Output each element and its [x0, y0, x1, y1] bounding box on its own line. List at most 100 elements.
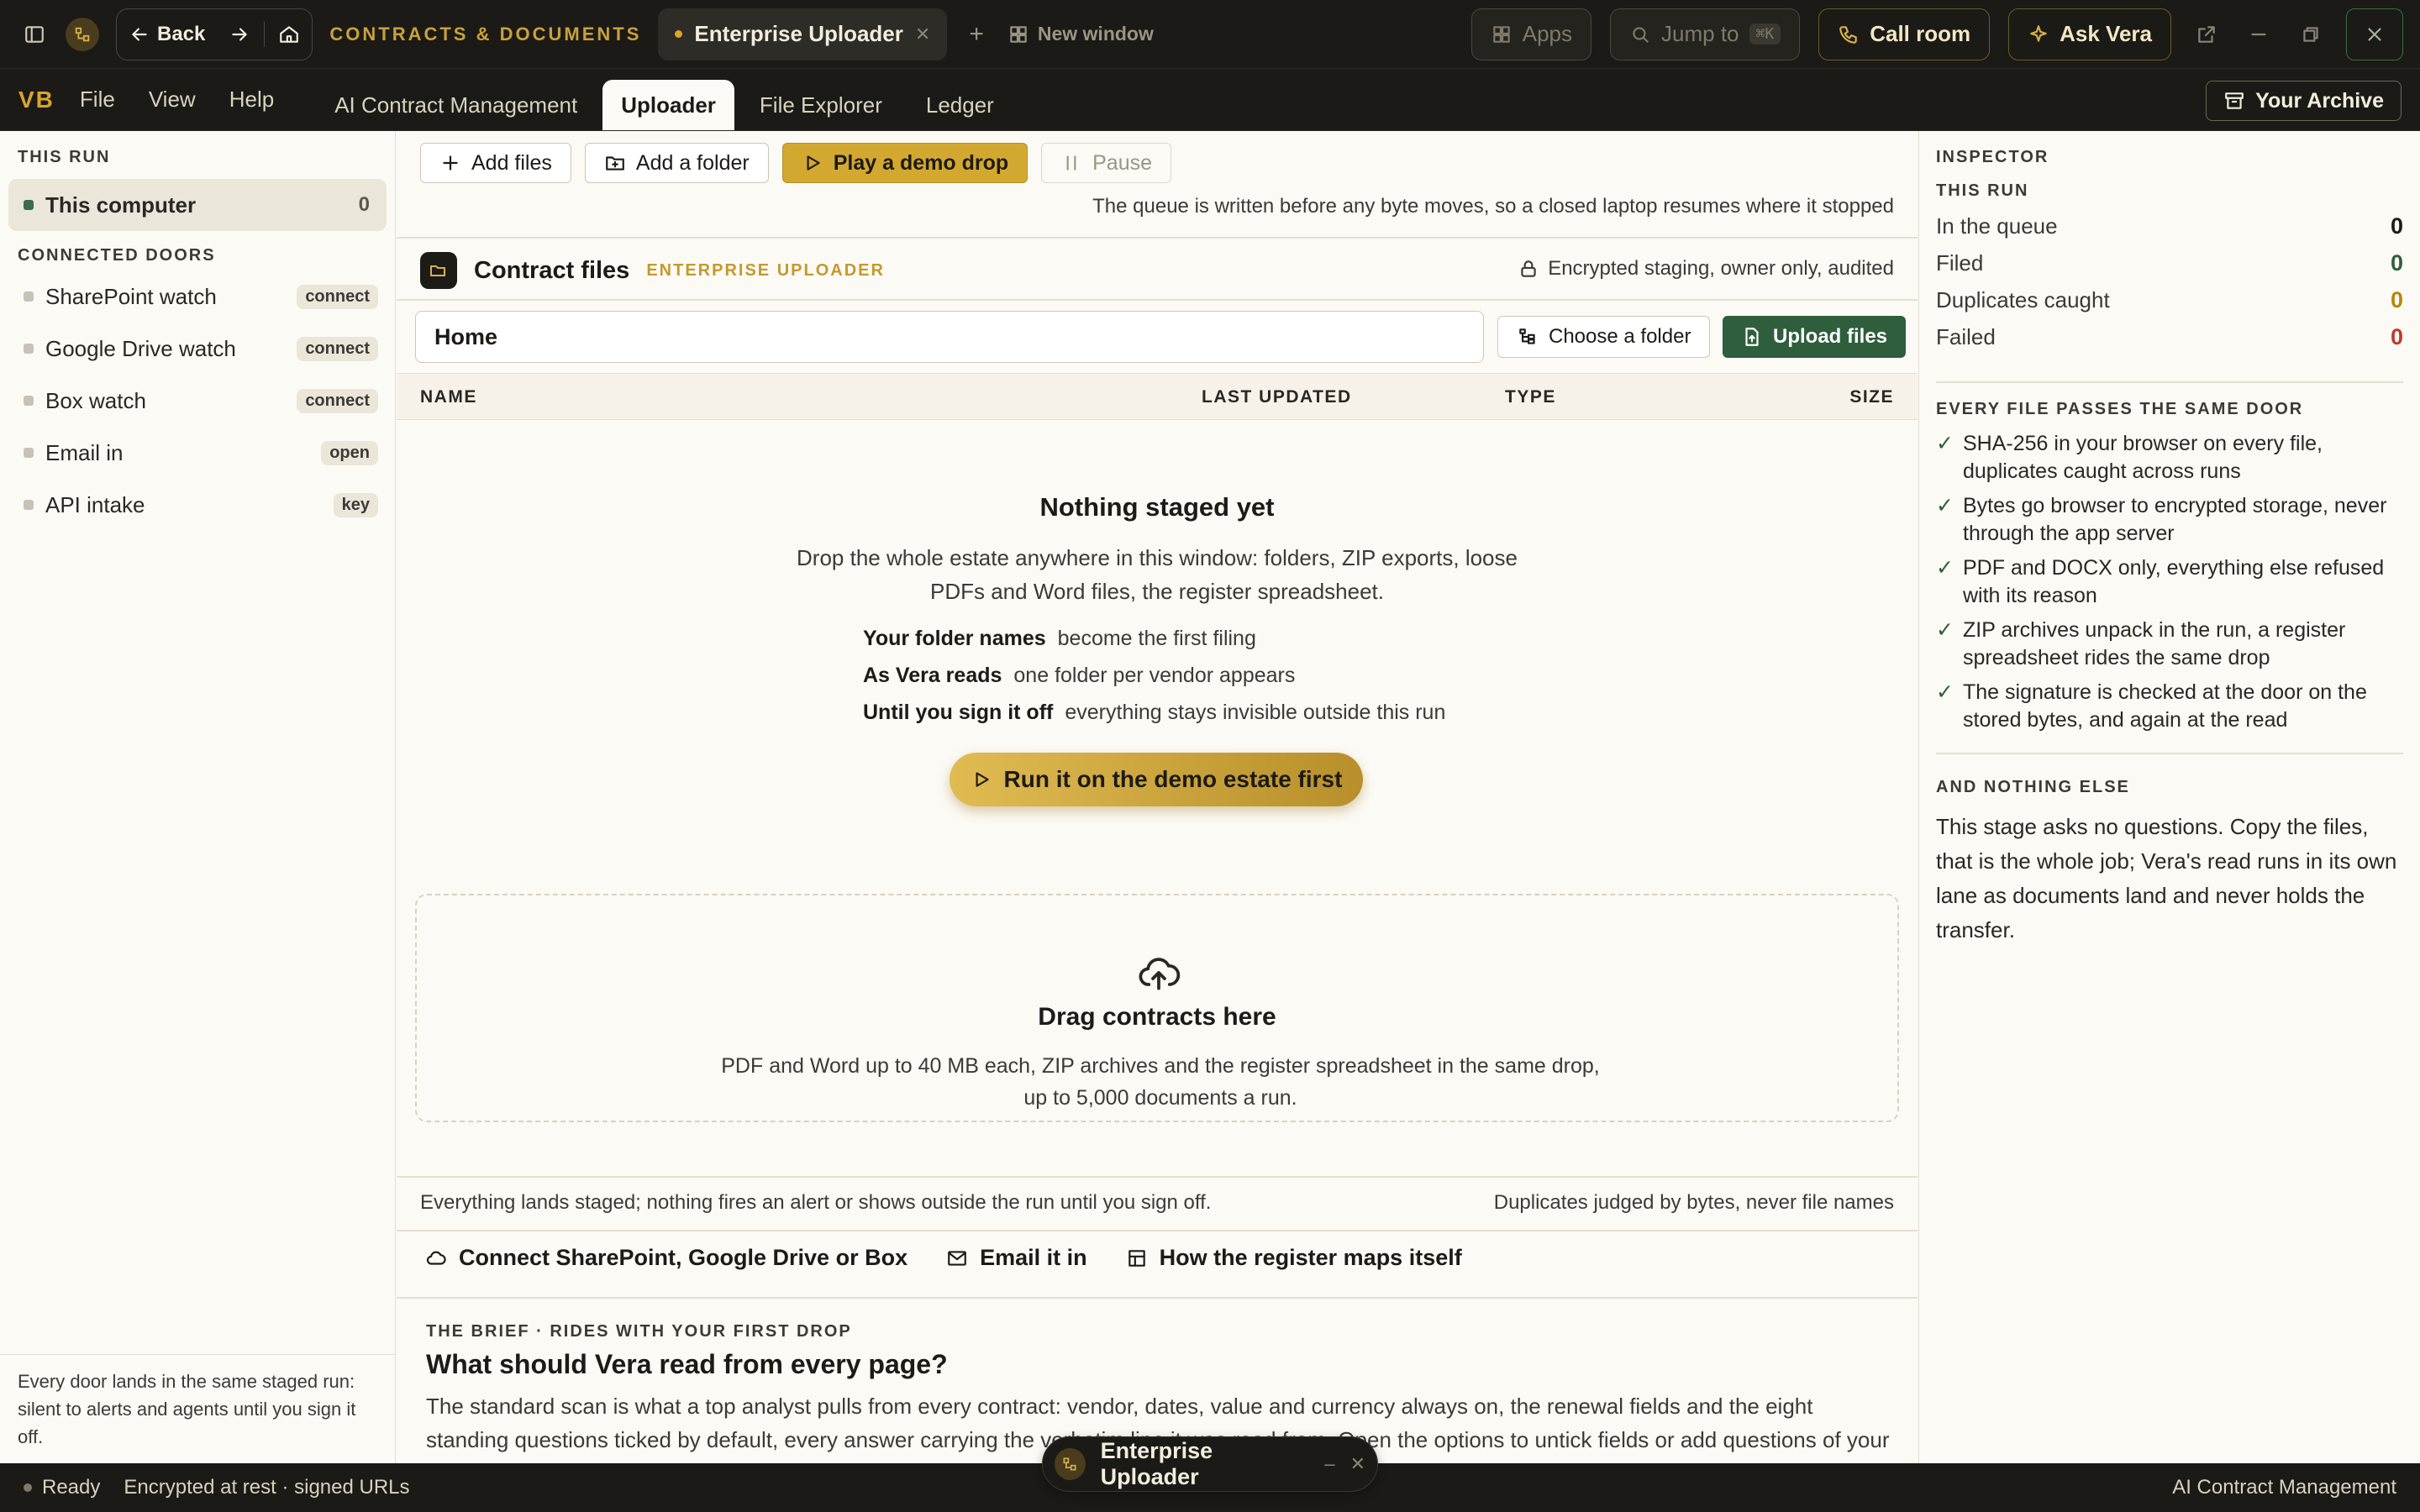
- door-badge[interactable]: open: [321, 440, 378, 465]
- connect-cloud-link[interactable]: Connect SharePoint, Google Drive or Box: [425, 1245, 908, 1271]
- new-window-button[interactable]: New window: [1007, 23, 1154, 45]
- archive-icon: [2223, 90, 2245, 112]
- grid-icon: [1491, 24, 1512, 45]
- register-maps-link[interactable]: How the register maps itself: [1126, 1245, 1462, 1271]
- app-logo-icon[interactable]: [66, 17, 99, 51]
- check-item: ✓ The signature is checked at the door on…: [1936, 679, 2403, 734]
- door-badge[interactable]: key: [333, 492, 378, 517]
- choose-folder-button[interactable]: Choose a folder: [1497, 316, 1711, 358]
- menu-view[interactable]: View: [149, 87, 196, 113]
- tab-ledger[interactable]: Ledger: [908, 80, 1013, 130]
- drop-zone[interactable]: Drag contracts here PDF and Word up to 4…: [415, 894, 1899, 1122]
- mail-icon: [946, 1247, 968, 1269]
- email-it-in-link[interactable]: Email it in: [946, 1245, 1087, 1271]
- folder-path-field[interactable]: Home: [415, 311, 1484, 363]
- upload-files-button[interactable]: Upload files: [1723, 316, 1907, 358]
- stat-filed: Filed 0: [1936, 250, 2403, 276]
- column-last-updated[interactable]: LAST UPDATED: [1202, 387, 1352, 407]
- door-badge[interactable]: connect: [297, 284, 378, 309]
- arrow-left-icon: [129, 24, 150, 45]
- contract-files-title: Contract files: [474, 256, 630, 284]
- tab-enterprise-uploader[interactable]: Enterprise Uploader ✕: [658, 8, 948, 60]
- column-type[interactable]: TYPE: [1505, 387, 1556, 407]
- jump-to-search[interactable]: Jump to ⌘K: [1610, 8, 1801, 60]
- sidebar-item-this-computer[interactable]: This computer 0: [8, 179, 387, 231]
- add-files-button[interactable]: Add files: [420, 143, 571, 183]
- brand-logo[interactable]: VB: [18, 87, 55, 113]
- restore-icon[interactable]: [2294, 24, 2328, 45]
- sidebar-item-sharepoint[interactable]: SharePoint watch connect: [0, 270, 395, 323]
- add-folder-button[interactable]: Add a folder: [584, 143, 769, 183]
- table-icon: [1126, 1247, 1148, 1269]
- check-item: ✓ Bytes go browser to encrypted storage, …: [1936, 492, 2403, 548]
- minimize-icon[interactable]: [2242, 24, 2275, 45]
- breadcrumb[interactable]: CONTRACTS & DOCUMENTS: [329, 24, 641, 45]
- inspector-panel: INSPECTOR THIS RUN In the queue 0 Filed 0 …: [1918, 131, 2420, 1463]
- status-app-name: AI Contract Management: [2172, 1476, 2396, 1499]
- title-bar: Back CONTRACTS & DOCUMENTS Enterprise Up…: [0, 0, 2420, 69]
- tab-ai-contract-management[interactable]: AI Contract Management: [316, 80, 596, 130]
- check-icon: ✓: [1936, 680, 1954, 704]
- status-dot: [24, 1483, 32, 1492]
- check-icon: ✓: [1936, 618, 1954, 642]
- forward-button[interactable]: [229, 24, 250, 45]
- empty-state-row: As Vera reads one folder per vendor appea…: [863, 664, 1296, 687]
- empty-state-row: Your folder names become the first filing: [863, 627, 1256, 650]
- sidebar-item-google-drive[interactable]: Google Drive watch connect: [0, 323, 395, 375]
- new-tab-button[interactable]: +: [969, 20, 984, 49]
- main-panel: Add files Add a folder Play a demo drop …: [397, 131, 1918, 1463]
- menu-help[interactable]: Help: [229, 87, 274, 113]
- minimize-icon[interactable]: –: [1324, 1453, 1334, 1475]
- back-button[interactable]: Back: [129, 23, 224, 46]
- close-window-button[interactable]: [2346, 8, 2403, 60]
- sidebar-item-box[interactable]: Box watch connect: [0, 375, 395, 427]
- connection-links: Connect SharePoint, Google Drive or Box …: [425, 1245, 1462, 1271]
- door-badge[interactable]: connect: [297, 336, 378, 361]
- play-icon: [802, 152, 823, 174]
- grid-icon: [1007, 24, 1029, 45]
- run-demo-estate-button[interactable]: Run it on the demo estate first: [950, 753, 1363, 806]
- sidebar-item-email-in[interactable]: Email in open: [0, 427, 395, 479]
- tab-close-icon[interactable]: ✕: [915, 24, 930, 45]
- sidebar-toggle-icon[interactable]: [24, 24, 45, 45]
- ask-vera-button[interactable]: Ask Vera: [2008, 8, 2171, 60]
- empty-state-title: Nothing staged yet: [1039, 492, 1275, 522]
- sidebar-item-api-intake[interactable]: API intake key: [0, 479, 395, 531]
- play-demo-drop-button[interactable]: Play a demo drop: [781, 143, 1028, 183]
- shortcut-badge: ⌘K: [1749, 24, 1781, 45]
- left-sidebar: THIS RUN This computer 0 CONNECTED DOORS…: [0, 131, 396, 1463]
- menu-file[interactable]: File: [80, 87, 115, 113]
- empty-state-row: Until you sign it off everything stays in…: [863, 701, 1446, 724]
- queue-note: The queue is written before any byte mov…: [1092, 195, 1894, 218]
- door-heading: EVERY FILE PASSES THE SAME DOOR: [1936, 400, 2304, 418]
- pause-button[interactable]: Pause: [1041, 143, 1171, 183]
- this-run-heading: THIS RUN: [1936, 181, 2029, 200]
- nav-group: Back: [116, 8, 313, 60]
- unsaved-dot: [675, 30, 683, 38]
- door-badge[interactable]: connect: [297, 388, 378, 413]
- encryption-note: Encrypted staging, owner only, audited: [1518, 257, 1894, 281]
- external-link-icon[interactable]: [2190, 24, 2223, 45]
- tab-uploader[interactable]: Uploader: [602, 80, 734, 130]
- lock-icon: [1518, 258, 1539, 280]
- check-item: ✓ ZIP archives unpack in the run, a regis…: [1936, 617, 2403, 672]
- nothing-else-heading: AND NOTHING ELSE: [1936, 778, 2130, 796]
- contract-files-header: Contract files ENTERPRISE UPLOADER: [420, 252, 885, 289]
- column-name[interactable]: NAME: [420, 387, 477, 407]
- check-icon: ✓: [1936, 556, 1954, 580]
- nothing-else-body: This stage asks no questions. Copy the f…: [1936, 814, 2397, 942]
- plus-icon: [439, 152, 461, 174]
- your-archive-button[interactable]: Your Archive: [2206, 81, 2402, 121]
- this-run-heading: THIS RUN: [18, 148, 111, 166]
- column-size[interactable]: SIZE: [1849, 387, 1894, 407]
- tab-file-explorer[interactable]: File Explorer: [741, 80, 901, 130]
- folder-open-icon: [420, 252, 457, 289]
- floating-window-pill[interactable]: Enterprise Uploader – ✕: [1042, 1436, 1378, 1492]
- apps-button[interactable]: Apps: [1470, 8, 1592, 60]
- play-icon: [971, 769, 992, 790]
- file-table-header: NAME LAST UPDATED TYPE SIZE: [397, 373, 1918, 420]
- sparkle-icon: [2028, 24, 2049, 45]
- home-icon[interactable]: [278, 24, 300, 45]
- call-room-button[interactable]: Call room: [1818, 8, 1991, 60]
- close-icon[interactable]: ✕: [1350, 1453, 1365, 1475]
